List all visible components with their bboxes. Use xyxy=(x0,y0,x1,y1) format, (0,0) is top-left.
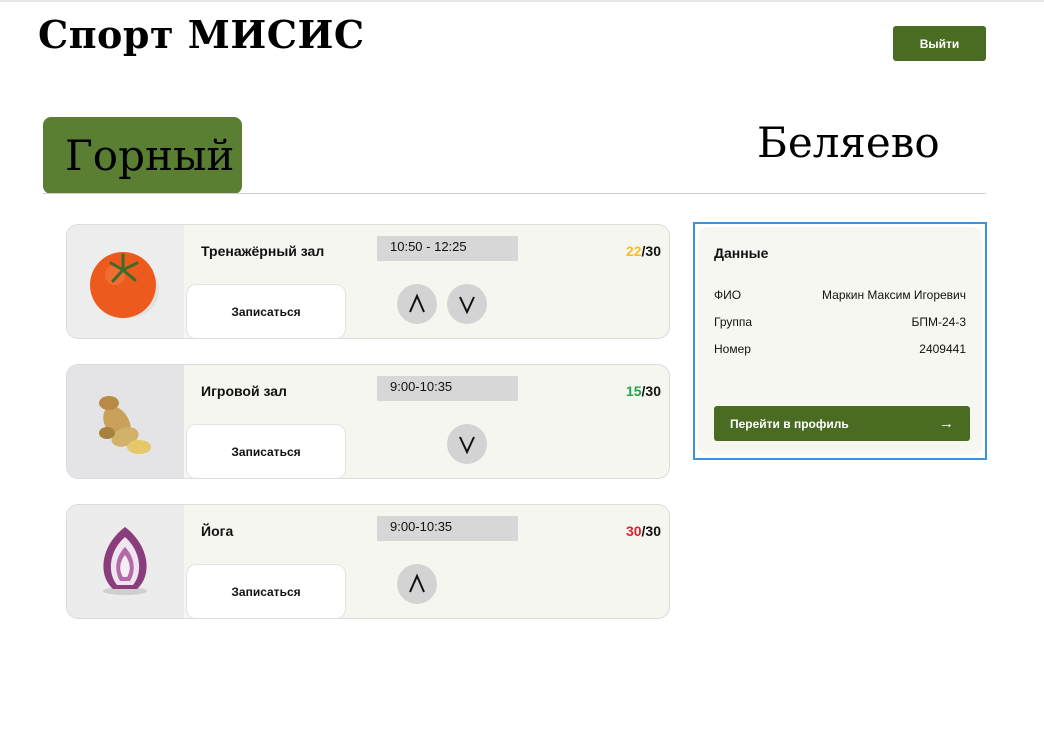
fio-label: ФИО xyxy=(714,288,742,302)
capacity-counter: 22/30 xyxy=(626,243,661,259)
tabs-divider xyxy=(43,193,986,194)
booked-count: 22 xyxy=(625,243,642,259)
class-time: 9:00-10:35 xyxy=(377,516,518,541)
tomato-image xyxy=(67,225,184,338)
capacity-total: /30 xyxy=(641,243,661,259)
capacity-counter: 30/30 xyxy=(626,523,661,539)
class-title: Тренажёрный зал xyxy=(201,243,325,259)
ginger-image xyxy=(67,365,184,478)
class-card: Игровой зал 9:00-10:35 15/30 Записаться xyxy=(66,364,670,479)
brand-title: Спорт МИСИС xyxy=(38,12,365,57)
tab-label: Беляево xyxy=(757,117,940,167)
logout-button[interactable]: Выйти xyxy=(893,26,986,61)
profile-button-label: Перейти в профиль xyxy=(730,416,849,431)
number-value: 2409441 xyxy=(919,342,966,356)
arrow-right-icon: → xyxy=(939,415,954,432)
group-label: Группа xyxy=(714,315,753,329)
class-card: Йога 9:00-10:35 30/30 Записаться xyxy=(66,504,670,619)
up-chevron-icon[interactable] xyxy=(397,564,437,604)
go-to-profile-button[interactable]: Перейти в профиль → xyxy=(714,406,970,441)
capacity-total: /30 xyxy=(641,523,661,539)
class-card: Тренажёрный зал 10:50 - 12:25 22/30 Запи… xyxy=(66,224,670,339)
fio-value: Маркин Максим Игоревич xyxy=(822,288,966,302)
class-title: Игровой зал xyxy=(201,383,287,399)
onion-image xyxy=(67,505,184,618)
booked-count: 15 xyxy=(625,383,642,399)
signup-button[interactable]: Записаться xyxy=(186,424,346,478)
group-value: БПМ-24-3 xyxy=(911,315,966,329)
class-time: 9:00-10:35 xyxy=(377,376,518,401)
top-border xyxy=(0,0,1044,2)
tab-label: Горный xyxy=(65,131,235,180)
profile-panel: Данные ФИО Маркин Максим Игоревич Группа… xyxy=(693,222,987,460)
panel-title: Данные xyxy=(714,245,769,261)
class-title: Йога xyxy=(201,523,234,539)
up-chevron-icon[interactable] xyxy=(397,284,437,324)
tab-belyaevo[interactable]: Беляево xyxy=(757,117,940,167)
tab-gorny[interactable]: Горный xyxy=(43,117,242,194)
number-label: Номер xyxy=(714,342,751,356)
signup-button[interactable]: Записаться xyxy=(186,564,346,618)
booked-count: 30 xyxy=(625,523,642,539)
capacity-total: /30 xyxy=(641,383,661,399)
class-time: 10:50 - 12:25 xyxy=(377,236,518,261)
down-chevron-icon[interactable] xyxy=(447,284,487,324)
down-chevron-icon[interactable] xyxy=(447,424,487,464)
signup-button[interactable]: Записаться xyxy=(186,284,346,338)
capacity-counter: 15/30 xyxy=(626,383,661,399)
